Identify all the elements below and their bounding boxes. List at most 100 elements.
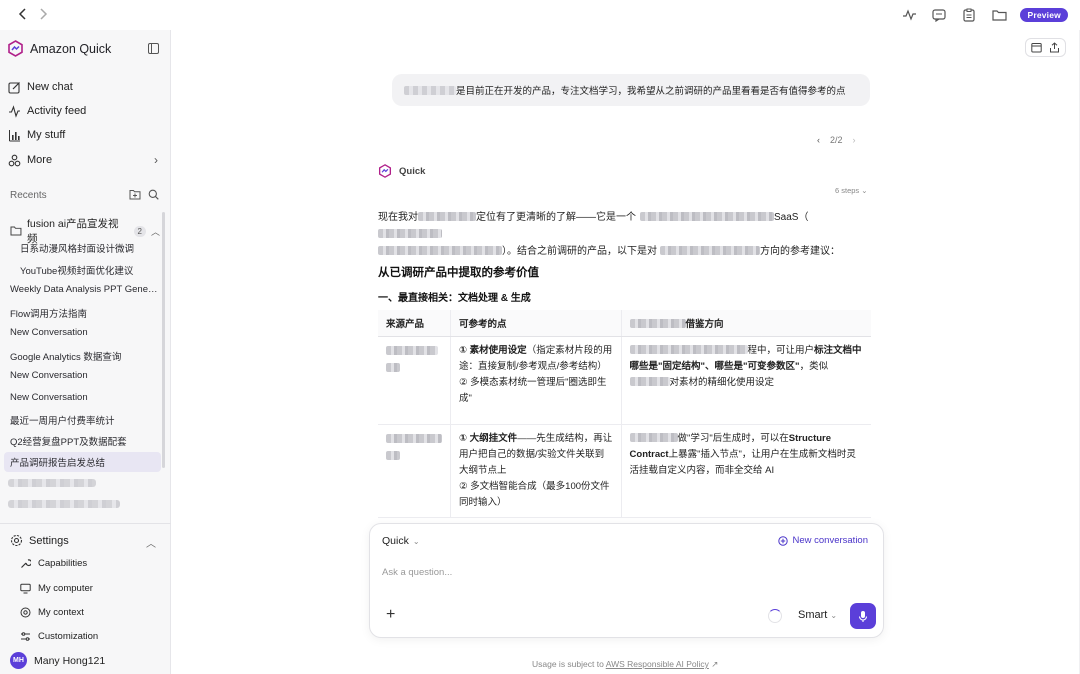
- settings-item-label: My context: [38, 607, 84, 618]
- plus-icon: +: [386, 606, 396, 623]
- gear-icon: [10, 534, 23, 547]
- collapse-sidebar-button[interactable]: [148, 43, 159, 57]
- edit-icon: [8, 81, 20, 94]
- redacted-text: [386, 362, 400, 372]
- search-icon[interactable]: [148, 189, 159, 200]
- nav-my-stuff[interactable]: My stuff: [8, 125, 160, 145]
- microphone-icon: [858, 610, 868, 622]
- nav-activity-feed[interactable]: Activity feed: [8, 101, 160, 121]
- add-attachment-button[interactable]: +: [386, 607, 395, 623]
- redacted-text: [629, 318, 686, 328]
- intro-text: 定位有了更清晰的了解——它是一个: [476, 212, 636, 223]
- mode-select[interactable]: Quick ⌄: [382, 535, 420, 547]
- chat-bubble-icon[interactable]: [930, 6, 948, 24]
- recent-item-active[interactable]: 产品调研报告启发总结: [4, 452, 161, 472]
- recent-item[interactable]: Q2经营复盘PPT及数据配套: [10, 434, 158, 448]
- intro-text: 方向的参考建议：: [760, 246, 840, 257]
- footer-text: Usage is subject to: [532, 659, 604, 669]
- user-message: 是目前正在开发的产品，专注文档学习，我希望从之前调研的产品里看看是否有值得参考的…: [392, 74, 870, 106]
- footer-note: Usage is subject to AWS Responsible AI P…: [532, 659, 718, 670]
- redacted-text: [629, 344, 748, 354]
- user-profile[interactable]: MH Many Hong121: [10, 652, 105, 669]
- table-row: ① 大纲挂文件——先生成结构，再让用户把自己的数据/实验文件关联到大纲节点上 ②…: [378, 424, 871, 518]
- recent-item[interactable]: Weekly Data Analysis PPT Generation: [10, 284, 158, 295]
- forward-button[interactable]: [36, 8, 50, 22]
- table-cell: 程中，可让用户标注文档中哪些是"固定结构"、哪些是"可变参数区"，类似对素材的精…: [621, 336, 871, 425]
- settings-toggle[interactable]: Settings ︿: [10, 534, 160, 550]
- chevron-up-icon[interactable]: ︿: [151, 225, 160, 238]
- new-folder-icon[interactable]: [129, 189, 141, 200]
- plus-circle-icon: [778, 535, 789, 546]
- chevron-right-icon: [40, 8, 48, 20]
- model-label: Smart: [798, 609, 828, 621]
- settings-customization[interactable]: Customization: [20, 631, 98, 642]
- cell-text: 对素材的精细化使用设定: [669, 376, 775, 388]
- cell-text: ，类似: [799, 360, 829, 372]
- folder-count-badge: 2: [133, 225, 146, 237]
- mode-label: Quick: [382, 535, 409, 547]
- nav-label: Activity feed: [27, 105, 87, 117]
- redacted-recent-item[interactable]: [8, 479, 96, 487]
- settings-capabilities[interactable]: Capabilities: [20, 558, 87, 569]
- intro-text: ）。结合之前调研的产品，以下是对: [502, 246, 657, 257]
- recent-item[interactable]: YouTube视频封面优化建议: [20, 263, 160, 277]
- table-cell: ① 素材使用设定（指定素材片段的用途：直接复制/参考观点/参考结构） ② 多模态…: [450, 336, 622, 425]
- column-header: 可参考的点: [450, 310, 622, 337]
- chevron-down-icon: ⌄: [830, 611, 838, 620]
- brand[interactable]: Amazon Quick: [7, 40, 111, 57]
- avatar: MH: [10, 652, 27, 669]
- redacted-text: [660, 246, 760, 255]
- back-button[interactable]: [16, 8, 30, 22]
- nav-label: New chat: [27, 81, 73, 93]
- nav-new-chat[interactable]: New chat: [8, 77, 160, 97]
- redacted-recent-item[interactable]: [8, 500, 120, 508]
- sidebar-scrollbar[interactable]: [162, 212, 165, 468]
- sidebar: Amazon Quick New chat Activity feed My s…: [0, 30, 171, 674]
- column-header: 来源产品: [378, 310, 451, 337]
- user-name: Many Hong121: [34, 654, 106, 667]
- shapes-icon: [8, 154, 21, 166]
- recent-item[interactable]: Google Analytics 数据查询: [10, 349, 158, 363]
- recent-item[interactable]: New Conversation: [10, 370, 158, 381]
- recent-item[interactable]: 日系动漫风格封面设计微调: [20, 241, 160, 255]
- new-conversation-button[interactable]: New conversation: [778, 535, 868, 546]
- recent-item[interactable]: Flow调用方法指南: [10, 306, 158, 320]
- microphone-button[interactable]: [850, 603, 876, 629]
- ask-input[interactable]: [382, 567, 862, 578]
- activity-icon[interactable]: [900, 6, 918, 24]
- recent-item[interactable]: New Conversation: [10, 392, 158, 403]
- cell-text: ① 大纲挂文件: [459, 432, 518, 444]
- divider: [0, 523, 171, 524]
- policy-link[interactable]: AWS Responsible AI Policy: [606, 659, 709, 669]
- chevron-right-icon[interactable]: ›: [853, 135, 856, 145]
- redacted-text: [418, 212, 476, 221]
- cell-text: 程中，可让用户: [747, 344, 815, 356]
- table-cell: [378, 424, 451, 518]
- folder-icon[interactable]: [990, 6, 1008, 24]
- chevron-left-icon[interactable]: ‹: [817, 135, 820, 145]
- nav-label: My stuff: [27, 129, 66, 141]
- loading-spinner-icon: [768, 609, 782, 623]
- quick-logo-icon: [8, 40, 23, 57]
- conversation-tools: [1025, 38, 1066, 57]
- redacted-text: [386, 450, 400, 460]
- share-icon[interactable]: [1049, 42, 1060, 53]
- preview-badge: Preview: [1020, 8, 1068, 22]
- settings-my-context[interactable]: My context: [20, 607, 84, 618]
- settings-label: Settings: [29, 534, 69, 547]
- redacted-text: [629, 376, 670, 386]
- context-icon: [20, 607, 31, 618]
- sliders-icon: [21, 632, 30, 641]
- recent-item[interactable]: New Conversation: [10, 327, 158, 338]
- reference-table: 来源产品 可参考的点 借鉴方向 ① 素材使用设定（指定素材片段的用途：直接复制/…: [378, 310, 871, 518]
- calendar-icon[interactable]: [1031, 42, 1042, 53]
- section-heading: 从已调研产品中提取的参考价值: [378, 267, 539, 279]
- pager-count: 2/2: [830, 135, 843, 145]
- model-select[interactable]: Smart ⌄: [798, 609, 837, 621]
- nav-more[interactable]: More ›: [8, 150, 160, 170]
- settings-my-computer[interactable]: My computer: [20, 583, 93, 594]
- recent-item[interactable]: 最近一周用户付费率统计: [10, 413, 158, 427]
- clipboard-icon[interactable]: [960, 6, 978, 24]
- folder-icon: [10, 226, 22, 236]
- steps-toggle[interactable]: 6 steps ⌄: [835, 186, 868, 195]
